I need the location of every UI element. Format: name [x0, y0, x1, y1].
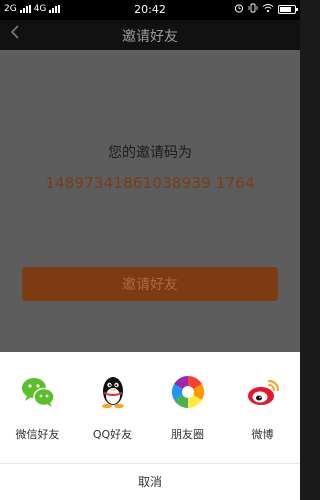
- share-label: 微博: [251, 428, 274, 441]
- vibrate-icon: [248, 3, 258, 16]
- wifi-icon: [262, 3, 274, 16]
- battery-icon: [278, 5, 298, 14]
- share-label: 微信好友: [15, 428, 60, 441]
- share-weibo[interactable]: 微博: [225, 374, 300, 444]
- qq-icon: [95, 374, 131, 410]
- invite-code-value: 14897341861038939 1764: [45, 174, 255, 192]
- share-moments[interactable]: 朋友圈: [150, 374, 225, 444]
- status-bar: 2G 4G 20:42: [0, 0, 300, 20]
- weibo-icon: [245, 374, 281, 410]
- moments-icon: [170, 374, 206, 410]
- share-wechat-friends[interactable]: 微信好友: [0, 374, 75, 444]
- share-label: QQ好友: [92, 428, 133, 441]
- status-right: [234, 3, 298, 16]
- share-qq-friends[interactable]: QQ好友: [75, 374, 150, 444]
- wechat-icon: [20, 374, 56, 410]
- share-sheet: 微信好友 QQ好友 朋友圈 微博 取消: [0, 352, 300, 500]
- invite-code-label: 您的邀请码为: [108, 145, 192, 161]
- app-header: 邀请好友: [0, 20, 300, 50]
- invite-panel: 您的邀请码为 14897341861038939 1764 邀请好友: [0, 50, 300, 352]
- alarm-icon: [234, 3, 244, 16]
- share-options: 微信好友 QQ好友 朋友圈 微博: [0, 352, 300, 462]
- cancel-button[interactable]: 取消: [0, 464, 300, 500]
- share-label: 朋友圈: [171, 428, 204, 441]
- page-title: 邀请好友: [122, 29, 178, 45]
- invite-friends-button[interactable]: 邀请好友: [22, 267, 278, 301]
